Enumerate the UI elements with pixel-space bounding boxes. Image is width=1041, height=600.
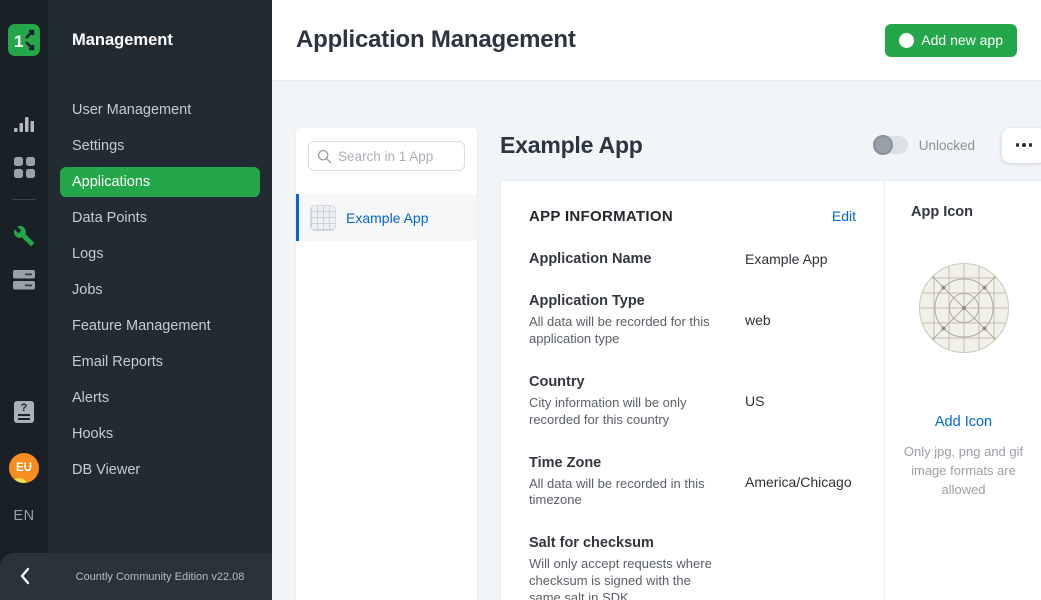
app-information-rows: Application Name Example App Application…: [529, 251, 856, 600]
field-label: Application Type: [529, 293, 727, 309]
app-list-item-example-app[interactable]: Example App: [296, 194, 477, 241]
lock-toggle[interactable]: [874, 136, 908, 154]
lock-status-label: Unlocked: [919, 138, 975, 153]
field-description: All data will be recorded for this appli…: [529, 314, 721, 348]
data-manager-icon[interactable]: [0, 270, 48, 290]
app-detail-card: APP INFORMATION Edit Application Name Ex…: [500, 180, 1041, 600]
feedback-icon[interactable]: ?: [0, 401, 48, 423]
app-icon-section: App Icon: [885, 181, 1041, 600]
apps-grid-icon[interactable]: [0, 157, 48, 178]
sidebar-item-applications[interactable]: Applications: [60, 167, 260, 197]
app-icon-placeholder: [918, 262, 1010, 354]
app-icon-placeholder-image: [918, 262, 1010, 354]
field-label: Salt for checksum: [529, 535, 727, 551]
app-information-header: APP INFORMATION Edit: [529, 208, 856, 225]
add-new-app-label: Add new app: [921, 32, 1003, 48]
collapse-sidebar-button[interactable]: [15, 565, 35, 587]
ellipsis-icon: [1016, 143, 1020, 147]
chevron-left-icon: [19, 566, 31, 586]
app-info-row-time-zone: Time Zone All data will be recorded in t…: [529, 455, 856, 510]
rail-divider: [12, 199, 36, 200]
field-value: web: [745, 293, 771, 348]
plus-circle-icon: [899, 33, 914, 48]
detail-header: Example App Unlocked: [500, 126, 1041, 164]
svg-text:?: ?: [21, 402, 28, 414]
sidebar-menu-item-label: DB Viewer: [72, 462, 140, 478]
management-wrench-icon[interactable]: [0, 225, 48, 247]
app-info-row-application-name: Application Name Example App: [529, 251, 856, 267]
countly-logo-icon: 1: [8, 24, 40, 56]
user-avatar[interactable]: EU: [9, 453, 39, 483]
add-icon-link[interactable]: Add Icon: [885, 414, 1041, 430]
avatar-initials: EU: [16, 462, 32, 474]
sidebar-item-hooks[interactable]: Hooks: [48, 416, 272, 452]
sidebar-menu-item-label: Feature Management: [72, 318, 211, 334]
field-label: Country: [529, 374, 727, 390]
app-detail-title: Example App: [500, 132, 643, 159]
field-description: All data will be recorded in this timezo…: [529, 476, 721, 510]
app-information-section: APP INFORMATION Edit Application Name Ex…: [501, 181, 885, 600]
language-selector[interactable]: EN: [0, 508, 48, 524]
sidebar-menu-panel: Management User Management Settings Appl…: [48, 0, 272, 600]
sidebar-menu-item-label: Hooks: [72, 426, 113, 442]
search-icon: [317, 149, 332, 164]
sidebar-menu-item-label: Settings: [72, 138, 124, 154]
edit-link[interactable]: Edit: [832, 208, 856, 224]
field-value: US: [745, 374, 764, 429]
sidebar-menu-item-label: Data Points: [72, 210, 147, 226]
page-title: Application Management: [296, 26, 576, 54]
app-icon-title: App Icon: [885, 204, 1041, 220]
sidebar-item-db-viewer[interactable]: DB Viewer: [48, 452, 272, 488]
more-options-button[interactable]: [1002, 128, 1041, 163]
sidebar-icon-rail: 1: [0, 0, 48, 600]
svg-text:1: 1: [14, 32, 23, 51]
app-search: [308, 141, 465, 171]
field-value: Example App: [745, 251, 828, 267]
app-info-row-application-type: Application Type All data will be record…: [529, 293, 856, 348]
analytics-icon[interactable]: [0, 115, 48, 133]
app-info-row-country: Country City information will be only re…: [529, 374, 856, 429]
field-label: Application Name: [529, 251, 727, 267]
app-list-item-label: Example App: [346, 210, 429, 226]
add-new-app-button[interactable]: Add new app: [885, 24, 1017, 57]
sidebar-item-alerts[interactable]: Alerts: [48, 380, 272, 416]
sidebar-menu-item-label: Applications: [72, 174, 150, 190]
field-description: Will only accept requests where checksum…: [529, 556, 721, 600]
section-title: APP INFORMATION: [529, 208, 673, 225]
sidebar-item-logs[interactable]: Logs: [48, 236, 272, 272]
sidebar-menu-item-label: Logs: [72, 246, 103, 262]
app-list-panel: Example App: [296, 128, 477, 600]
app-info-row-salt-for-checksum: Salt for checksum Will only accept reque…: [529, 535, 856, 600]
app-thumbnail-icon: [310, 205, 336, 231]
icon-format-hint: Only jpg, png and gif image formats are …: [899, 443, 1029, 500]
sidebar-menu-item-label: Alerts: [72, 390, 109, 406]
menu-title: Management: [72, 31, 173, 50]
version-text: Countly Community Edition v22.08: [48, 553, 272, 600]
field-value: America/Chicago: [745, 455, 852, 510]
sidebar-menu-item-label: Jobs: [72, 282, 103, 298]
lock-controls: Unlocked: [874, 128, 1041, 163]
sidebar-item-feature-management[interactable]: Feature Management: [48, 308, 272, 344]
field-label: Time Zone: [529, 455, 727, 471]
sidebar-item-jobs[interactable]: Jobs: [48, 272, 272, 308]
sidebar-item-email-reports[interactable]: Email Reports: [48, 344, 272, 380]
sidebar-menu-item-label: Email Reports: [72, 354, 163, 370]
sidebar-item-settings[interactable]: Settings: [48, 128, 272, 164]
sidebar-item-data-points[interactable]: Data Points: [48, 200, 272, 236]
toggle-knob: [873, 135, 893, 155]
page-header: Application Management Add new app: [272, 0, 1041, 81]
sidebar-menu-list: User Management Settings Applications Da…: [48, 92, 272, 488]
sidebar-item-user-management[interactable]: User Management: [48, 92, 272, 128]
countly-logo[interactable]: 1: [8, 24, 40, 56]
field-description: City information will be only recorded f…: [529, 395, 721, 429]
sidebar-footer: Countly Community Edition v22.08: [0, 553, 272, 600]
sidebar-menu-item-label: User Management: [72, 102, 191, 118]
